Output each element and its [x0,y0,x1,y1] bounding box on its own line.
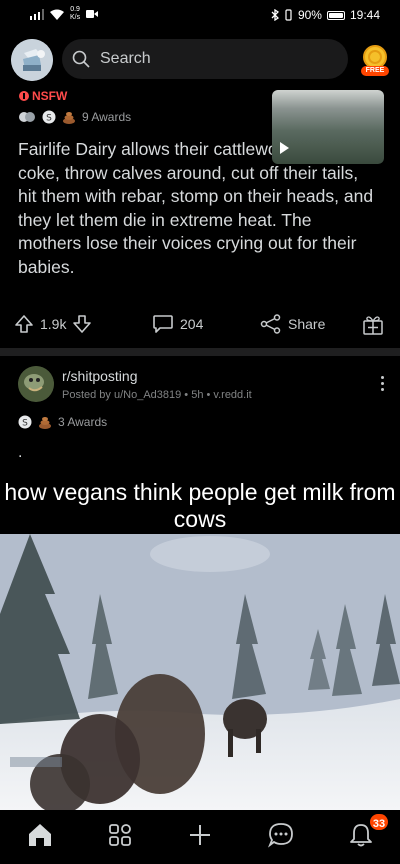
nav-chat[interactable] [266,820,296,850]
post-card[interactable]: NSFW S 9 Awards Fairlife Dairy allows th… [0,86,400,348]
bottom-navigation: 33 [0,810,400,864]
subreddit-icon [18,366,54,402]
awards-count: 9 Awards [82,110,132,124]
share-icon [260,314,281,334]
subreddit-avatar[interactable] [18,366,54,402]
avatar-icon [11,39,53,81]
comments-button[interactable]: 204 [152,314,203,334]
awards-count: 3 Awards [58,415,108,429]
home-icon [29,824,51,846]
post-card[interactable]: r/shitposting Posted by u/No_Ad3819 • 5h… [0,356,400,476]
search-bar[interactable] [62,39,348,79]
comment-count: 204 [180,316,204,332]
upvote-icon[interactable] [14,314,34,334]
video-caption: how vegans think people get milk from co… [0,476,400,534]
chat-icon [267,823,293,848]
vote-count: 1.9k [40,316,67,332]
post-awards[interactable]: S 9 Awards [18,110,131,124]
downvote-icon[interactable] [72,314,92,334]
video-player[interactable]: how vegans think people get milk from co… [0,476,400,810]
communities-icon [109,824,131,846]
post-actions: 1.9k 204 Share [0,314,400,340]
inbox-badge: 33 [368,812,390,832]
nav-inbox[interactable]: 33 [346,812,390,850]
vibrate-icon [285,9,292,21]
video-icon [86,10,99,18]
post-body: . [18,444,23,461]
more-options-icon[interactable] [381,376,385,394]
vote-group: 1.9k [14,314,92,334]
play-icon [280,142,289,154]
signal-icon [30,8,44,20]
award-button[interactable] [362,314,384,336]
poop-award-icon [39,417,51,429]
search-input[interactable] [100,50,300,68]
subreddit-name[interactable]: r/shitposting [62,368,137,384]
share-button[interactable]: Share [260,314,325,334]
user-avatar[interactable] [11,39,53,81]
poop-award-icon [63,112,75,124]
bluetooth-icon [271,9,279,21]
clock: 19:44 [349,8,380,22]
post-divider [0,348,400,356]
nsfw-icon [19,91,29,101]
video-thumbnail[interactable] [272,90,384,164]
nsfw-tag: NSFW [18,89,67,103]
silver-award-icon: S [18,415,32,429]
video-frame[interactable] [0,534,400,810]
post-byline: Posted by u/No_Ad3819 • 5h • v.redd.it [62,389,252,401]
app-header: FREE [0,30,400,92]
create-icon [190,825,210,845]
nav-home[interactable] [25,820,55,850]
wifi-icon [50,9,64,20]
nav-create[interactable] [185,820,215,850]
post-awards[interactable]: S 3 Awards [18,415,107,429]
gift-icon [363,316,383,335]
silver-award-icon: S [42,110,56,124]
wholesome-award-icon [19,112,35,122]
share-label: Share [288,316,326,332]
network-speed: 0.9 K/s [70,6,81,21]
coin-free-label: FREE [365,67,385,74]
search-icon [72,50,90,68]
status-bar: 0.9 K/s 90% 19:44 [0,0,400,30]
battery-icon [326,10,345,20]
free-coins-button[interactable]: FREE [360,44,390,78]
battery-percent: 90% [297,8,322,22]
snowy-forest-scene [0,534,400,810]
svg-text:S: S [46,114,52,124]
svg-text:S: S [22,419,28,429]
nav-communities[interactable] [105,820,135,850]
comment-icon [153,315,173,333]
